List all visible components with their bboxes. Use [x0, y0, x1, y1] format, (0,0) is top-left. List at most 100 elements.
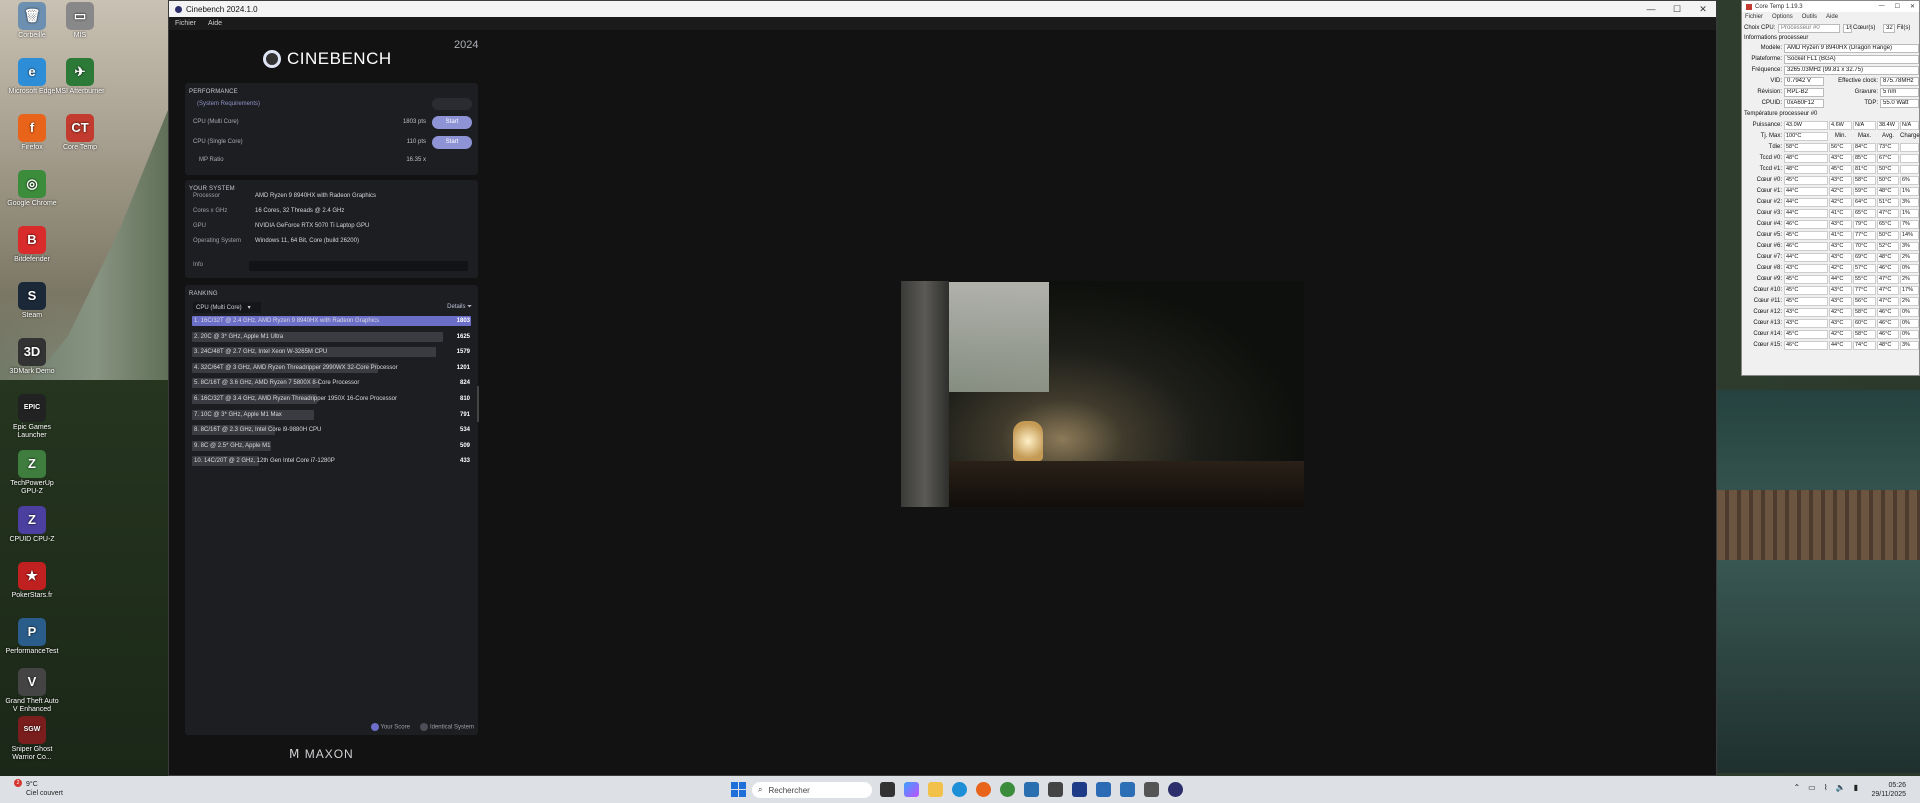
tool-app-icon[interactable] [1096, 782, 1111, 797]
copilot-icon[interactable] [904, 782, 919, 797]
volume-icon[interactable]: 🔈 [1836, 783, 1846, 792]
mp-ratio-row: MP Ratio 16.35 x [193, 155, 472, 165]
ranking-row[interactable]: 4. 32C/64T @ 3 GHz, AMD Ryzen Threadripp… [192, 363, 398, 373]
ranking-row[interactable]: 3. 24C/48T @ 2.7 GHz, Intel Xeon W-3265M… [192, 347, 327, 357]
temp-max: 60°C [1853, 319, 1876, 328]
ranking-panel: RANKING CPU (Multi Core) ▾ Details ⏷ You… [185, 285, 478, 735]
ranking-score: 791 [459, 411, 470, 418]
epic-games-launcher-icon: EPIC [18, 394, 46, 422]
cinebench-titlebar[interactable]: Cinebench 2024.1.0 — ☐ ✕ [169, 1, 1716, 17]
chevron-up-icon[interactable]: ⌃ [1793, 783, 1800, 792]
desktop-icon[interactable]: CT Core Temp [52, 114, 108, 152]
temp-min: 43°C [1829, 297, 1852, 306]
techpowerup-gpu-z-icon: Z [18, 450, 46, 478]
ranking-row[interactable]: 1. 16C/32T @ 2.4 GHz, AMD Ryzen 9 8940HX… [192, 316, 379, 326]
desktop-icon[interactable]: V Grand Theft Auto V Enhanced [4, 668, 60, 714]
desktop-icon[interactable]: ✈ MSI Afterburner [52, 58, 108, 96]
file-explorer-icon[interactable] [928, 782, 943, 797]
temp-load: 17% [1900, 286, 1919, 295]
desktop-icon[interactable]: Z TechPowerUp GPU-Z [4, 450, 60, 496]
cinebench-taskbar-icon[interactable] [1168, 782, 1183, 797]
temp-avg: 73°C [1877, 143, 1899, 152]
network-icon[interactable]: ⌇ [1824, 783, 1828, 792]
core-temp-icon: CT [66, 114, 94, 142]
calculator-icon[interactable] [1024, 782, 1039, 797]
ranking-row[interactable]: 7. 10C @ 3* GHz, Apple M1 Max [192, 410, 282, 420]
coretemp-titlebar[interactable]: Core Temp 1.19.3 — ☐ ✕ [1742, 1, 1919, 12]
display-icon[interactable]: ▭ [1808, 783, 1816, 792]
temp-cur: 48°C [1784, 154, 1828, 163]
revision-value: RPL-B2 [1784, 88, 1824, 97]
desktop-icon[interactable]: ★ PokerStars.fr [4, 562, 60, 600]
cube-app-icon[interactable] [1048, 782, 1063, 797]
temp-max: 58°C [1853, 330, 1876, 339]
temp-avg: 48°C [1877, 187, 1899, 196]
platform-value: Socket FL1 (BGA) [1784, 55, 1919, 64]
mp-ratio-label: MP Ratio [199, 157, 224, 163]
single-core-start-button[interactable]: Start [432, 135, 472, 149]
ct-menu-help[interactable]: Aide [1826, 14, 1838, 20]
temp-load: 1% [1900, 187, 1919, 196]
monitor-app-icon[interactable] [1120, 782, 1135, 797]
edge-icon[interactable] [952, 782, 967, 797]
panel-resize-handle[interactable] [477, 386, 479, 422]
ranking-row[interactable]: 6. 16C/32T @ 3.4 GHz, AMD Ryzen Threadri… [192, 394, 397, 404]
start-button[interactable] [731, 782, 746, 797]
cinebench-logo: CINEBENCH [263, 49, 392, 69]
info-heading: Informations processeur [1744, 35, 1809, 41]
temp-cur: 46°C [1784, 341, 1828, 350]
ranking-row[interactable]: 2. 20C @ 3* GHz, Apple M1 Ultra [192, 332, 283, 342]
desktop-icon[interactable]: ▭ MIS [52, 2, 108, 40]
ranking-row[interactable]: 9. 8C @ 2.5* GHz, Apple M1 [192, 441, 270, 451]
ranking-type-dropdown[interactable]: CPU (Multi Core) ▾ [193, 302, 261, 313]
coretemp-taskbar-icon[interactable] [1144, 782, 1159, 797]
system-tray: ⌃ ▭ ⌇ 🔈 ▮ [1793, 783, 1858, 792]
column-header: Min. [1834, 133, 1847, 139]
ct-menu-options[interactable]: Options [1772, 14, 1793, 20]
desktop-icon[interactable]: ◎ Google Chrome [4, 170, 60, 208]
cpu-select[interactable]: Processeur #0 [1778, 24, 1840, 33]
chrome-icon[interactable] [1000, 782, 1015, 797]
weather-widget[interactable]: 9°C Ciel couvert [18, 780, 63, 798]
desktop-icon[interactable]: 3D 3DMark Demo [4, 338, 60, 376]
multi-core-start-button[interactable]: Start [432, 115, 472, 129]
desktop-icon-label: 3DMark Demo [9, 368, 55, 375]
sysreq-link[interactable]: (System Requirements) [197, 101, 260, 107]
ct-menu-tools[interactable]: Outils [1802, 14, 1817, 20]
desktop-icon[interactable]: SGW Sniper Ghost Warrior Co... [4, 716, 60, 762]
info-field[interactable] [249, 261, 468, 271]
ct-minimize-button[interactable]: — [1879, 3, 1885, 10]
effclock-value: 875.78MHz [1880, 77, 1919, 86]
desktop-icon[interactable]: S Steam [4, 282, 60, 320]
system-panel: YOUR SYSTEM Processor AMD Ryzen 9 8940HX … [185, 180, 478, 278]
temp-max: 79°C [1853, 220, 1876, 229]
details-button[interactable]: Details ⏷ [447, 304, 472, 311]
ranking-row[interactable]: 10. 14C/20T @ 2 GHz, 12th Gen Intel Core… [192, 456, 335, 466]
ct-maximize-button[interactable]: ☐ [1895, 3, 1900, 10]
onenote-icon[interactable] [1072, 782, 1087, 797]
search-box[interactable]: ⌕ Rechercher [752, 782, 872, 798]
ct-menu-file[interactable]: Fichier [1745, 14, 1763, 20]
desktop-icon[interactable]: P PerformanceTest [4, 618, 60, 656]
coretemp-window: Core Temp 1.19.3 — ☐ ✕ Fichier Options O… [1741, 0, 1920, 376]
clock[interactable]: 05:26 29/11/2025 [1871, 781, 1906, 799]
ranking-row[interactable]: 8. 8C/16T @ 2.3 GHz, Intel Core i9-9880H… [192, 425, 321, 435]
temp-max: 84°C [1853, 143, 1876, 152]
maximize-button[interactable]: ☐ [1664, 4, 1690, 15]
task-view-icon[interactable] [880, 782, 895, 797]
desktop-icon[interactable]: Z CPUID CPU-Z [4, 506, 60, 544]
battery-icon[interactable]: ▮ [1854, 783, 1858, 792]
search-placeholder: Rechercher [768, 785, 810, 795]
firefox-icon[interactable] [976, 782, 991, 797]
menu-file[interactable]: Fichier [175, 20, 196, 27]
desktop-icon[interactable]: EPIC Epic Games Launcher [4, 394, 60, 440]
ranking-row[interactable]: 5. 8C/16T @ 3.6 GHz, AMD Ryzen 7 5800X 8… [192, 378, 359, 388]
close-button[interactable]: ✕ [1690, 4, 1716, 15]
process-value: 5 nm [1880, 88, 1919, 97]
gpu-start-button-disabled [432, 98, 472, 110]
minimize-button[interactable]: — [1638, 4, 1664, 15]
desktop-icon[interactable]: B Bitdefender [4, 226, 60, 264]
temp-max: 58°C [1853, 176, 1876, 185]
menu-help[interactable]: Aide [208, 20, 222, 27]
ct-close-button[interactable]: ✕ [1910, 3, 1915, 10]
